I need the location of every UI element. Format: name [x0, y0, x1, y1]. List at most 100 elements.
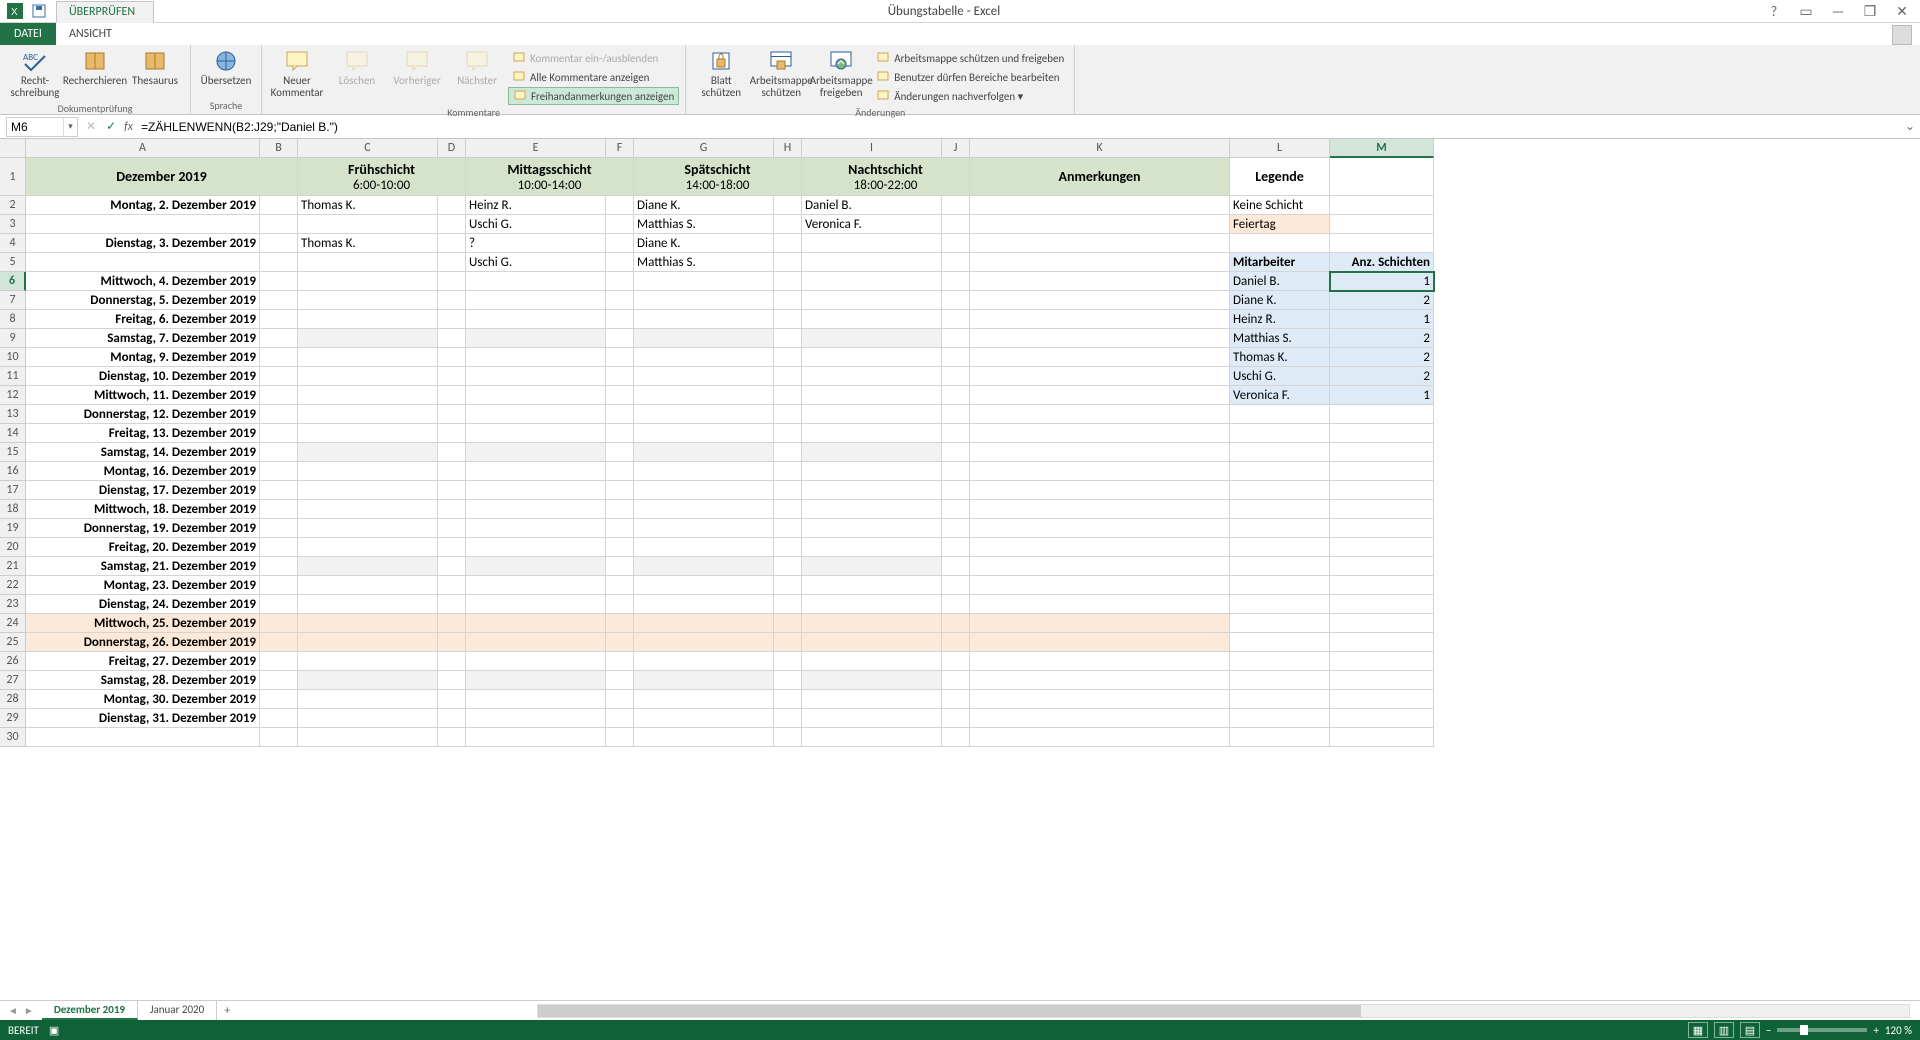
ribbon-display-icon[interactable]: ▭: [1794, 1, 1818, 21]
cell-M19[interactable]: [1330, 519, 1434, 538]
cell-H6[interactable]: [774, 272, 802, 291]
cell-L10[interactable]: Thomas K.: [1230, 348, 1330, 367]
cell-G6[interactable]: [634, 272, 774, 291]
cell-H5[interactable]: [774, 253, 802, 272]
cell-E15[interactable]: [466, 443, 606, 462]
cell-I25[interactable]: [802, 633, 942, 652]
cell-E25[interactable]: [466, 633, 606, 652]
cell-I30[interactable]: [802, 728, 942, 747]
cell-M27[interactable]: [1330, 671, 1434, 690]
cell-K14[interactable]: [970, 424, 1230, 443]
ribbon-button[interactable]: Arbeitsmappeschützen: [752, 47, 810, 105]
cell-M5[interactable]: Anz. Schichten: [1330, 253, 1434, 272]
cell-A22[interactable]: Montag, 23. Dezember 2019: [26, 576, 260, 595]
cell-J30[interactable]: [942, 728, 970, 747]
macro-record-icon[interactable]: ▣: [49, 1024, 59, 1037]
cell-F15[interactable]: [606, 443, 634, 462]
col-header-K[interactable]: K: [970, 139, 1230, 158]
cell-A29[interactable]: Dienstag, 31. Dezember 2019: [26, 709, 260, 728]
cell-H21[interactable]: [774, 557, 802, 576]
cell-B4[interactable]: [260, 234, 298, 253]
cell-L22[interactable]: [1230, 576, 1330, 595]
cell-B5[interactable]: [260, 253, 298, 272]
cell-G13[interactable]: [634, 405, 774, 424]
cell-I8[interactable]: [802, 310, 942, 329]
cell-J13[interactable]: [942, 405, 970, 424]
cell-K9[interactable]: [970, 329, 1230, 348]
cell-F17[interactable]: [606, 481, 634, 500]
cell-M26[interactable]: [1330, 652, 1434, 671]
cell-F26[interactable]: [606, 652, 634, 671]
cell-D5[interactable]: [438, 253, 466, 272]
cell-I21[interactable]: [802, 557, 942, 576]
cell-I11[interactable]: [802, 367, 942, 386]
cell-B2[interactable]: [260, 196, 298, 215]
cell-C20[interactable]: [298, 538, 438, 557]
ribbon-button[interactable]: Übersetzen: [197, 47, 255, 89]
cell-F23[interactable]: [606, 595, 634, 614]
zoom-level[interactable]: 120 %: [1885, 1024, 1912, 1037]
col-header-A[interactable]: A: [26, 139, 260, 158]
cell-C26[interactable]: [298, 652, 438, 671]
cell-E3[interactable]: Uschi G.: [466, 215, 606, 234]
col-header-L[interactable]: L: [1230, 139, 1330, 158]
cell-M20[interactable]: [1330, 538, 1434, 557]
row-header-14[interactable]: 14: [0, 424, 26, 443]
cell-L23[interactable]: [1230, 595, 1330, 614]
help-icon[interactable]: ?: [1762, 1, 1786, 21]
cell-D9[interactable]: [438, 329, 466, 348]
cell-K26[interactable]: [970, 652, 1230, 671]
fx-icon[interactable]: fx: [124, 120, 133, 134]
cell-J9[interactable]: [942, 329, 970, 348]
cell-B27[interactable]: [260, 671, 298, 690]
cell-C6[interactable]: [298, 272, 438, 291]
cell-L28[interactable]: [1230, 690, 1330, 709]
cell-K19[interactable]: [970, 519, 1230, 538]
cell-G2[interactable]: Diane K.: [634, 196, 774, 215]
cell-E20[interactable]: [466, 538, 606, 557]
cell-B16[interactable]: [260, 462, 298, 481]
col-header-D[interactable]: D: [438, 139, 466, 158]
cell-C14[interactable]: [298, 424, 438, 443]
sheet-nav-next-icon[interactable]: ►: [24, 1004, 34, 1017]
cell-B28[interactable]: [260, 690, 298, 709]
cell-J28[interactable]: [942, 690, 970, 709]
cell-M25[interactable]: [1330, 633, 1434, 652]
cell-A23[interactable]: Dienstag, 24. Dezember 2019: [26, 595, 260, 614]
cell-L5[interactable]: Mitarbeiter: [1230, 253, 1330, 272]
ribbon-tab-ansicht[interactable]: ANSICHT: [56, 23, 154, 45]
cell-G20[interactable]: [634, 538, 774, 557]
cell-B29[interactable]: [260, 709, 298, 728]
cell-F11[interactable]: [606, 367, 634, 386]
cell-H28[interactable]: [774, 690, 802, 709]
cell-J10[interactable]: [942, 348, 970, 367]
cell-J19[interactable]: [942, 519, 970, 538]
cell-K10[interactable]: [970, 348, 1230, 367]
cell-J7[interactable]: [942, 291, 970, 310]
cell-D30[interactable]: [438, 728, 466, 747]
cell-I24[interactable]: [802, 614, 942, 633]
cell-M9[interactable]: 2: [1330, 329, 1434, 348]
cell-C19[interactable]: [298, 519, 438, 538]
cell-E19[interactable]: [466, 519, 606, 538]
cell-K8[interactable]: [970, 310, 1230, 329]
cell-I5[interactable]: [802, 253, 942, 272]
name-box-dropdown-icon[interactable]: ▾: [63, 118, 77, 136]
cell-B13[interactable]: [260, 405, 298, 424]
cell-C22[interactable]: [298, 576, 438, 595]
add-sheet-button[interactable]: +: [217, 1004, 237, 1018]
cell-J4[interactable]: [942, 234, 970, 253]
cell-I18[interactable]: [802, 500, 942, 519]
cell-C11[interactable]: [298, 367, 438, 386]
cell-J16[interactable]: [942, 462, 970, 481]
cell-F7[interactable]: [606, 291, 634, 310]
cell-M8[interactable]: 1: [1330, 310, 1434, 329]
cell-C24[interactable]: [298, 614, 438, 633]
cell-D16[interactable]: [438, 462, 466, 481]
cell-M21[interactable]: [1330, 557, 1434, 576]
row-header-6[interactable]: 6: [0, 272, 26, 291]
ribbon-small-button[interactable]: Arbeitsmappe schützen und freigeben: [872, 49, 1068, 67]
row-header-17[interactable]: 17: [0, 481, 26, 500]
cell-M11[interactable]: 2: [1330, 367, 1434, 386]
cell-C29[interactable]: [298, 709, 438, 728]
